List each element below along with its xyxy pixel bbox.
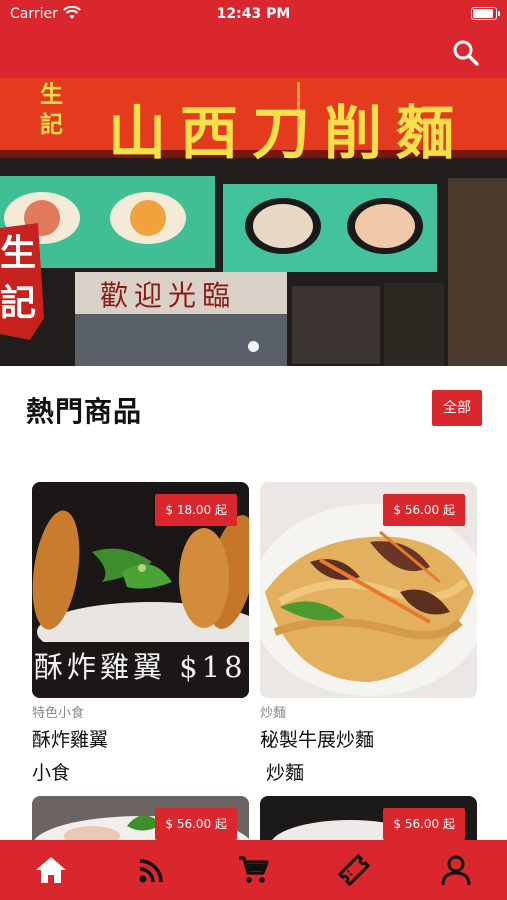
product-subcategory: 炒麵 (260, 762, 305, 784)
clock: 12:43 PM (216, 6, 291, 22)
product-image[interactable]: $ 56.00 起 (32, 796, 249, 840)
banner-sign-small: 生記 (40, 81, 63, 138)
view-all-button[interactable]: 全部 (432, 390, 482, 426)
section-title: 熱門商品 (26, 395, 143, 428)
banner-welcome-text: 歡迎光臨 (100, 279, 237, 312)
product-card[interactable]: $ 56.00 起 (32, 796, 249, 840)
search-icon[interactable] (451, 38, 481, 68)
ticket-icon[interactable] (336, 852, 372, 888)
battery-icon (471, 7, 500, 20)
banner-carousel[interactable]: 生記 山西刀削麵 歡迎光臨 生記 (0, 78, 507, 366)
product-card[interactable]: 酥炸雞翼 $18 $ 18.00 起 特色小食 酥炸雞翼 小食 (32, 482, 249, 785)
price-badge: $ 18.00 起 (155, 494, 237, 526)
product-category: 特色小食 (32, 706, 85, 721)
status-bar: Carrier 12:43 PM (0, 0, 507, 28)
product-name: 酥炸雞翼 (32, 729, 109, 751)
product-card[interactable]: $ 56.00 起 炒麵 秘製牛展炒麵 炒麵 (260, 482, 477, 785)
carousel-page-indicator[interactable] (248, 341, 259, 352)
home-icon[interactable] (33, 852, 69, 888)
bottom-tab-bar (0, 840, 507, 900)
user-icon[interactable] (438, 852, 474, 888)
cart-icon[interactable] (236, 852, 272, 888)
banner-sign-text: 山西刀削麵 (108, 99, 469, 167)
banner-side-logo: 生記 (0, 232, 37, 324)
price-badge: $ 56.00 起 (155, 808, 237, 840)
rss-feed-icon[interactable] (134, 852, 170, 888)
product-name: 秘製牛展炒麵 (260, 729, 375, 751)
image-overlay-text: 酥炸雞翼 $18 (34, 650, 247, 684)
product-category: 炒麵 (260, 706, 287, 721)
product-image[interactable]: $ 56.00 起 (260, 796, 477, 840)
top-nav-bar (0, 28, 507, 78)
product-image[interactable]: $ 56.00 起 (260, 482, 477, 698)
product-card[interactable]: $ 56.00 起 (260, 796, 477, 840)
product-subcategory: 小食 (32, 762, 71, 784)
price-badge: $ 56.00 起 (383, 494, 465, 526)
product-image[interactable]: 酥炸雞翼 $18 $ 18.00 起 (32, 482, 249, 698)
price-badge: $ 56.00 起 (383, 808, 465, 840)
